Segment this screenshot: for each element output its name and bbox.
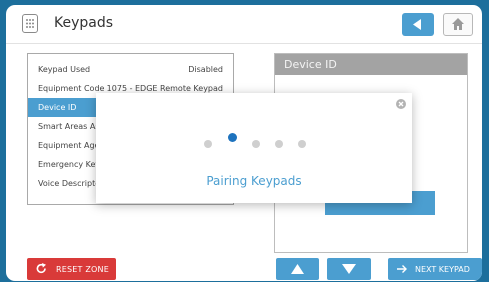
keypads-window: Keypads Keypad Used Disabled Equipment C… [6, 5, 482, 281]
close-icon[interactable] [396, 99, 406, 109]
arrow-down-icon [342, 264, 356, 274]
refresh-icon [36, 263, 46, 274]
info-label: Voice Descripto [38, 179, 101, 188]
info-label: Device ID [38, 103, 77, 112]
device-panel-title: Device ID [284, 58, 337, 71]
back-button[interactable] [402, 13, 434, 36]
info-label: Equipment Code [38, 84, 105, 93]
home-icon [452, 18, 464, 30]
info-row-keypad-used[interactable]: Keypad Used Disabled [28, 60, 233, 79]
info-label: Keypad Used [38, 65, 91, 74]
info-value: 1075 - EDGE Remote Keypad [106, 84, 223, 93]
arrow-up-icon [291, 264, 304, 274]
reset-zone-label: RESET ZONE [56, 265, 109, 274]
next-item-button[interactable] [327, 258, 371, 280]
loading-spinner [204, 133, 309, 150]
pairing-dialog: Pairing Keypads [96, 93, 412, 203]
arrow-left-icon [413, 19, 421, 30]
spinner-dot [275, 140, 283, 148]
spinner-dot [298, 140, 306, 148]
spinner-dot [204, 140, 212, 148]
info-label: Emergency Key [38, 160, 101, 169]
info-value: Disabled [188, 65, 223, 74]
info-label: Smart Areas Ass [38, 122, 104, 131]
next-keypad-button[interactable]: NEXT KEYPAD [388, 258, 482, 280]
info-label: Equipment Age [38, 141, 100, 150]
pairing-message: Pairing Keypads [206, 174, 302, 188]
spinner-dot-active [228, 133, 237, 142]
arrow-right-icon [397, 265, 407, 273]
header-bar: Keypads [6, 5, 482, 44]
keypad-icon [22, 14, 38, 33]
reset-zone-button[interactable]: RESET ZONE [27, 258, 116, 280]
page-title: Keypads [54, 15, 114, 31]
device-panel-header: Device ID [275, 54, 467, 75]
previous-button[interactable] [276, 258, 319, 280]
home-button[interactable] [443, 13, 473, 36]
spinner-dot [252, 140, 260, 148]
next-keypad-label: NEXT KEYPAD [415, 265, 470, 274]
